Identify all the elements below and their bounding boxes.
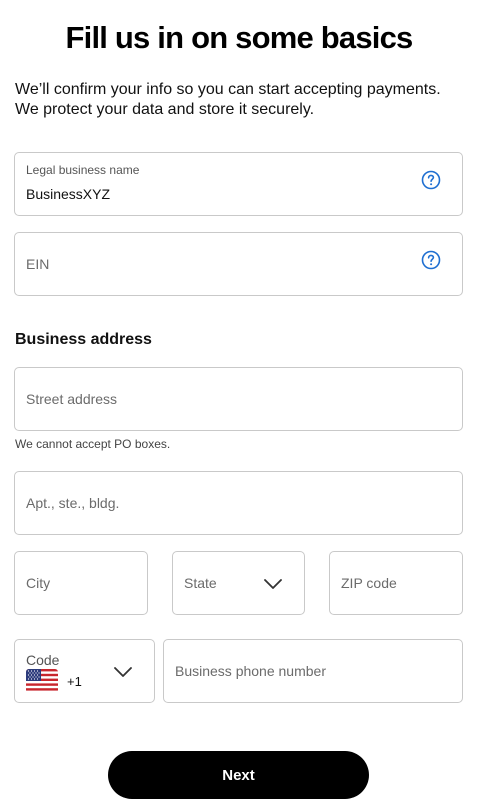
apt-placeholder: Apt., ste., bldg.: [26, 495, 120, 511]
chevron-down-icon: [114, 667, 132, 677]
po-box-hint: We cannot accept PO boxes.: [15, 437, 171, 451]
help-icon[interactable]: [421, 250, 441, 270]
apt-field[interactable]: Apt., ste., bldg.: [14, 471, 463, 535]
legal-business-name-value: BusinessXYZ: [26, 186, 111, 202]
zip-code-field[interactable]: ZIP code: [329, 551, 463, 615]
legal-business-name-field[interactable]: Legal business name BusinessXYZ: [14, 152, 463, 216]
ein-field[interactable]: EIN: [14, 232, 463, 296]
page-subtitle: We’ll confirm your info so you can start…: [15, 80, 475, 120]
country-code-select[interactable]: Code +1: [14, 639, 155, 703]
business-phone-placeholder: Business phone number: [175, 663, 326, 679]
help-icon[interactable]: [421, 170, 441, 190]
page-title: Fill us in on some basics: [65, 20, 414, 55]
us-flag-icon: [26, 669, 58, 693]
next-button[interactable]: Next: [108, 751, 369, 799]
street-address-field[interactable]: Street address: [14, 367, 463, 431]
zip-code-placeholder: ZIP code: [341, 575, 397, 591]
street-address-placeholder: Street address: [26, 391, 118, 407]
city-placeholder: City: [26, 575, 51, 591]
legal-business-name-label: Legal business name: [26, 163, 140, 177]
business-phone-field[interactable]: Business phone number: [163, 639, 463, 703]
state-placeholder: State: [184, 575, 217, 591]
country-code-label: Code: [26, 652, 60, 668]
business-address-heading: Business address: [15, 331, 152, 348]
subtitle-line-2: We protect your data and store it secure…: [15, 101, 315, 118]
chevron-down-icon: [264, 579, 282, 589]
dial-code: +1: [67, 674, 82, 689]
subtitle-line-1: We’ll confirm your info so you can start…: [15, 81, 441, 98]
ein-placeholder: EIN: [26, 256, 50, 272]
state-select[interactable]: State: [172, 551, 305, 615]
city-field[interactable]: City: [14, 551, 148, 615]
